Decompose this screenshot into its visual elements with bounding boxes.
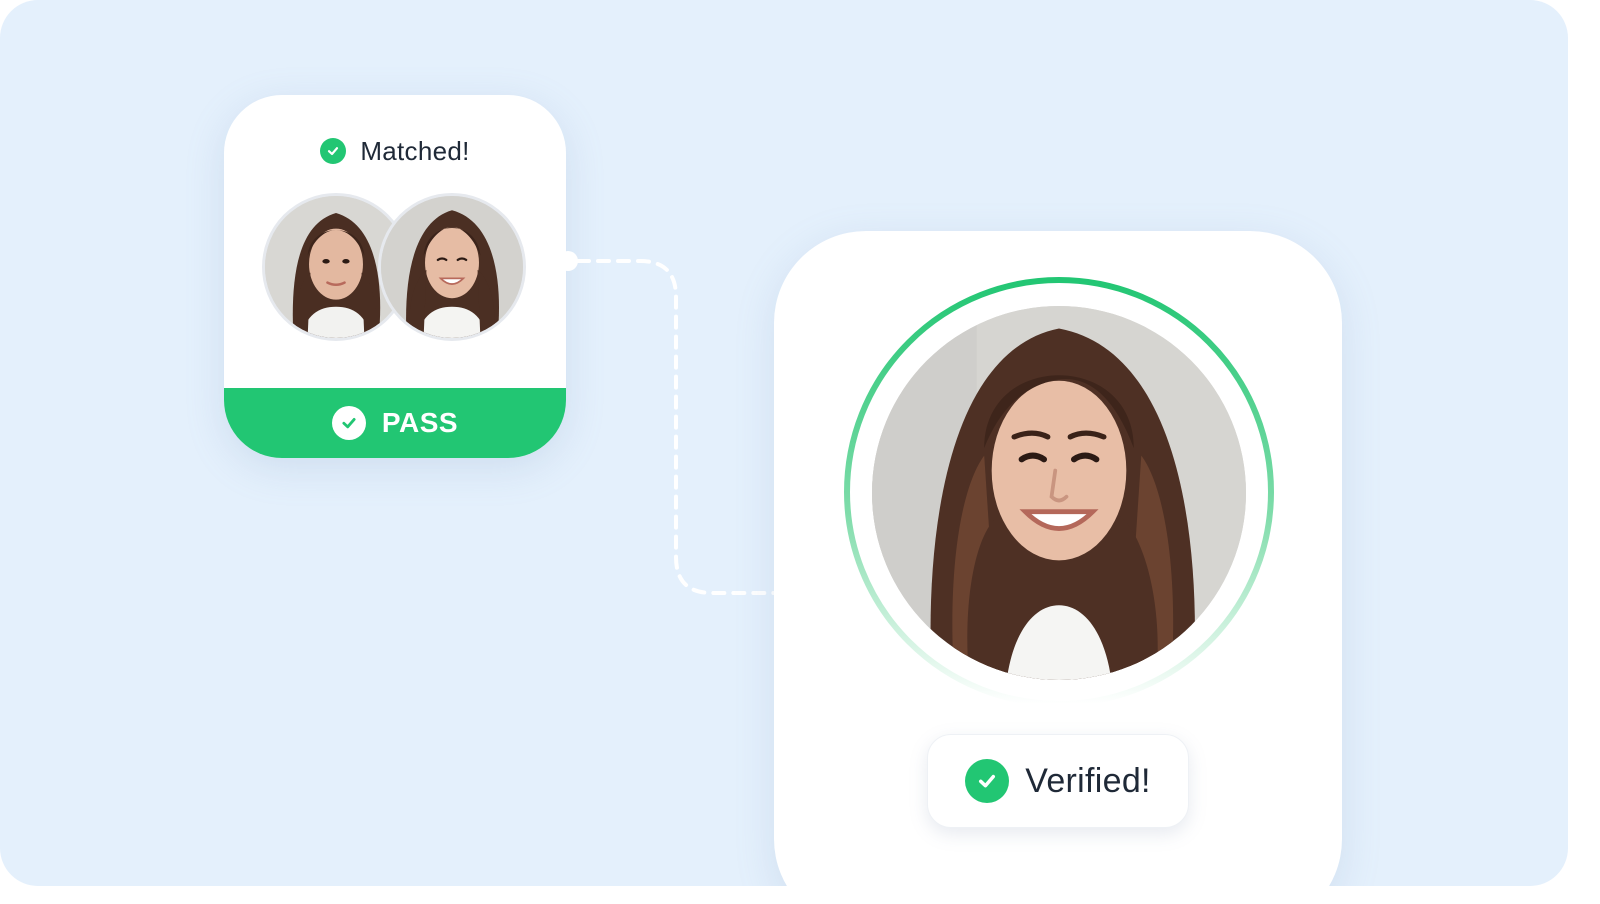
verified-label: Verified! xyxy=(1025,761,1151,800)
live-selfie-photo xyxy=(378,193,526,341)
background-canvas: Matched! PASS Verified! xyxy=(0,0,1568,886)
identity-verified-card: Verified! xyxy=(774,231,1342,886)
matched-label: Matched! xyxy=(360,135,470,166)
face-match-card: Matched! PASS xyxy=(224,95,566,458)
pass-result-bar: PASS xyxy=(224,388,566,458)
pass-label: PASS xyxy=(381,407,459,438)
check-circle-icon xyxy=(331,406,366,440)
check-circle-icon xyxy=(320,138,347,164)
dashed-connector xyxy=(560,251,776,595)
verified-portrait-photo xyxy=(872,306,1246,680)
verified-status-badge: Verified! xyxy=(927,734,1189,828)
check-circle-icon xyxy=(965,759,1010,803)
matched-status: Matched! xyxy=(224,133,566,169)
